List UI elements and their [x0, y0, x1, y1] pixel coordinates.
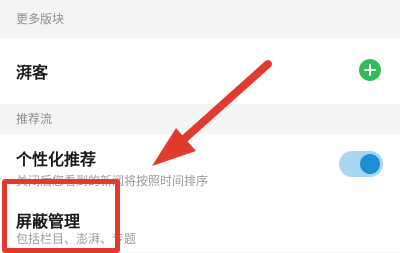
annotation-arrow-icon — [152, 60, 272, 166]
